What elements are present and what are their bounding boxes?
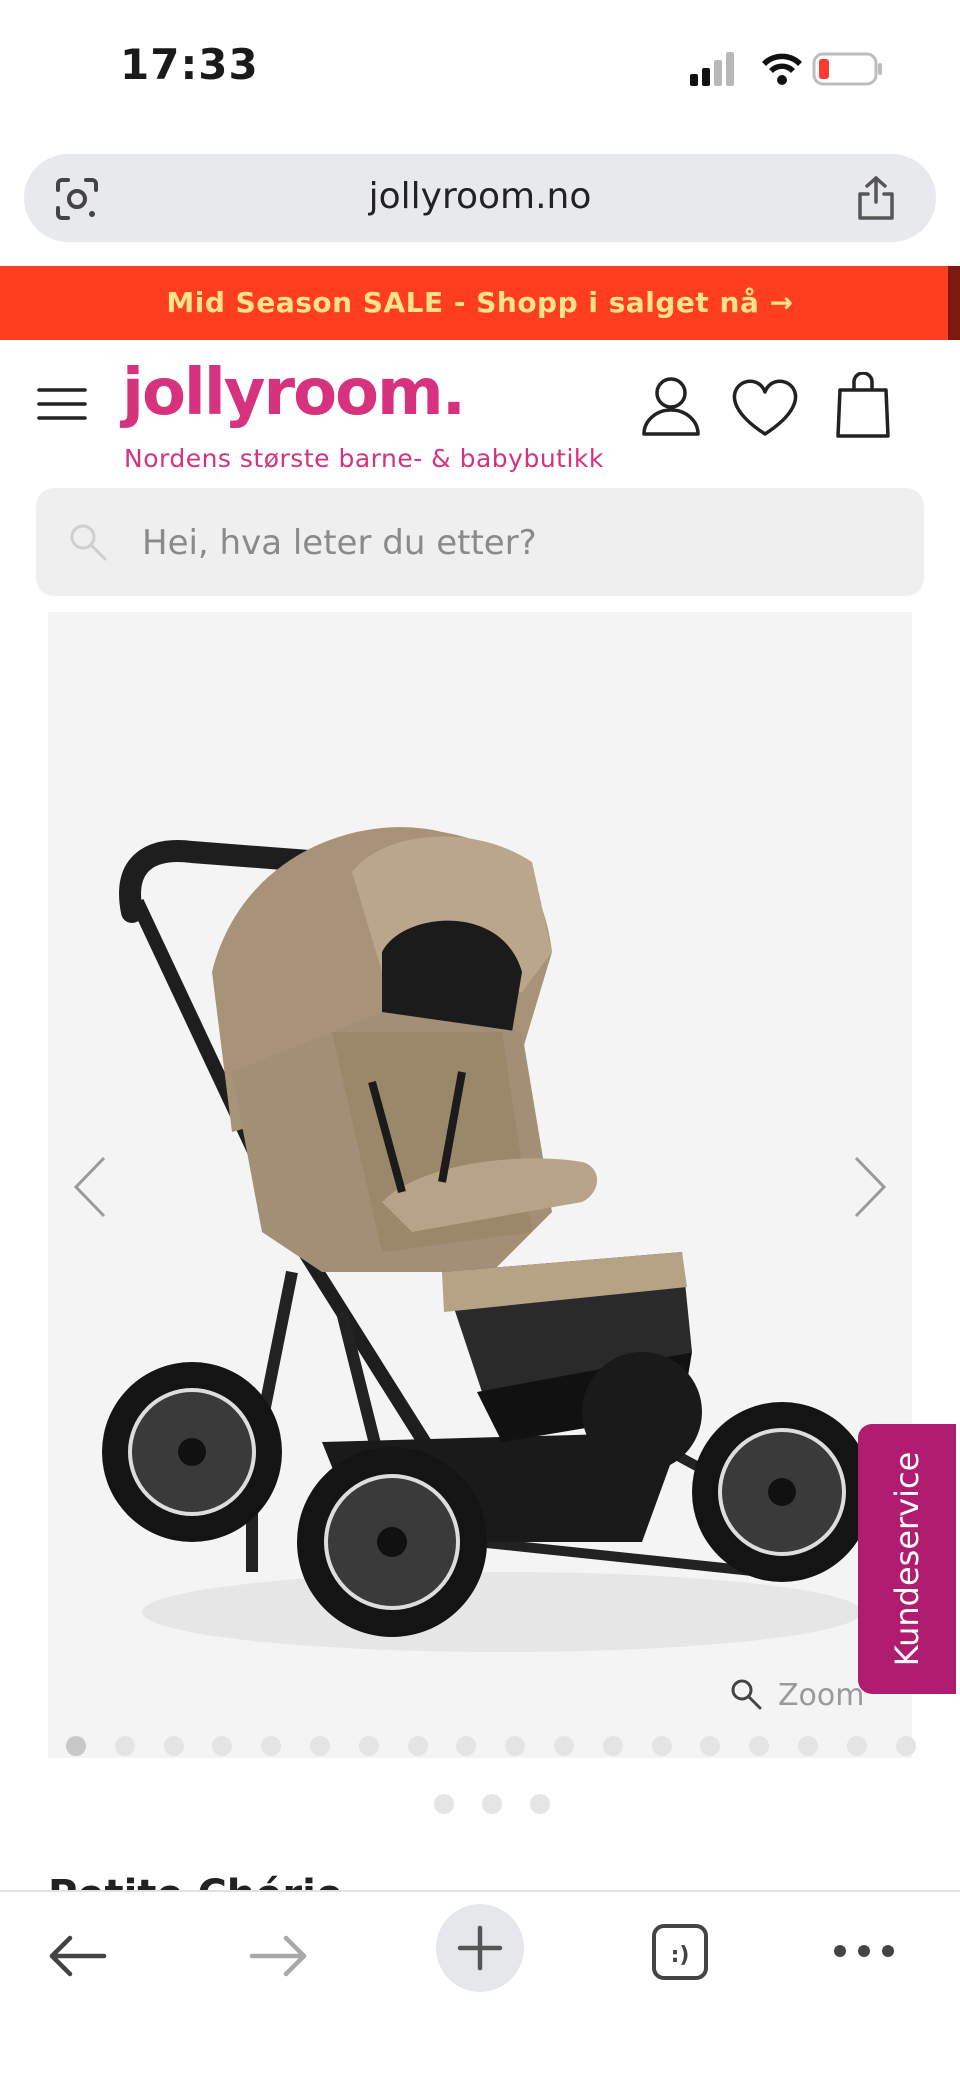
chevron-left-icon[interactable] <box>70 1152 110 1222</box>
new-tab-button[interactable] <box>436 1904 524 1992</box>
gallery-dot[interactable] <box>163 1736 184 1756</box>
jollyroom-logo[interactable]: jollyroom. <box>122 356 466 430</box>
cart-icon[interactable] <box>834 371 892 440</box>
more-icon[interactable] <box>832 1936 896 1966</box>
gallery-dot[interactable] <box>407 1736 428 1756</box>
customer-service-label: Kundeservice <box>888 1451 926 1667</box>
menu-icon[interactable] <box>36 384 88 424</box>
gallery-dot[interactable] <box>554 1736 574 1756</box>
share-icon[interactable] <box>854 174 898 222</box>
status-icons <box>686 48 886 88</box>
chevron-right-icon[interactable] <box>850 1152 890 1222</box>
tabs-icon[interactable]: :) <box>650 1922 710 1982</box>
gallery-dot[interactable] <box>358 1736 379 1756</box>
pager-dot[interactable] <box>482 1794 502 1814</box>
back-arrow-icon[interactable] <box>46 1924 110 1988</box>
gallery-dot[interactable] <box>212 1736 233 1756</box>
wishlist-icon[interactable] <box>730 376 800 438</box>
account-icon[interactable] <box>640 374 702 438</box>
gallery-dot[interactable] <box>895 1736 916 1756</box>
wheel-rear-right <box>582 1352 702 1472</box>
plus-icon <box>457 1925 503 1971</box>
gallery-dot[interactable] <box>700 1736 721 1756</box>
gallery-dot[interactable] <box>114 1736 135 1756</box>
pager-dot[interactable] <box>434 1794 454 1814</box>
gallery-dot[interactable] <box>651 1736 672 1756</box>
address-bar[interactable]: jollyroom.no <box>24 154 936 242</box>
product-gallery[interactable]: Zoom <box>48 612 916 1758</box>
forward-arrow-icon[interactable] <box>246 1924 310 1988</box>
gallery-dot[interactable] <box>846 1736 867 1756</box>
gallery-dot[interactable] <box>798 1736 818 1756</box>
cellular-signal-icon <box>690 52 734 86</box>
gallery-dot[interactable] <box>505 1736 526 1756</box>
promo-text[interactable]: Mid Season SALE - Shopp i salget nå → <box>0 286 960 319</box>
gallery-dot[interactable] <box>602 1736 623 1756</box>
wheel-front-right <box>692 1402 872 1582</box>
search-box[interactable] <box>36 488 924 596</box>
search-icon <box>68 522 108 562</box>
wheel-front-left <box>297 1447 487 1637</box>
pager-dot[interactable] <box>530 1794 550 1814</box>
gallery-dot[interactable] <box>66 1736 86 1756</box>
battery-low-icon <box>812 52 882 86</box>
gallery-dot[interactable] <box>456 1736 477 1756</box>
gallery-dot[interactable] <box>310 1736 330 1756</box>
gallery-dot[interactable] <box>261 1736 282 1756</box>
product-image[interactable] <box>82 712 912 1712</box>
customer-service-tab[interactable]: Kundeservice <box>858 1424 956 1694</box>
promo-edge <box>948 266 960 340</box>
status-time: 17:33 <box>120 40 259 89</box>
gallery-dot[interactable] <box>749 1736 770 1756</box>
wheel-rear-left <box>102 1362 282 1542</box>
tabs-label: :) <box>671 1943 690 1968</box>
zoom-label: Zoom <box>778 1678 865 1713</box>
magnifier-icon <box>728 1676 764 1712</box>
search-input[interactable] <box>140 510 844 576</box>
url-text[interactable]: jollyroom.no <box>24 176 936 217</box>
tagline: Nordens største barne- & babybutikk <box>124 444 604 473</box>
wifi-icon <box>762 53 802 85</box>
browser-toolbar: :) <box>0 1890 960 2083</box>
promo-banner[interactable]: Mid Season SALE - Shopp i salget nå → <box>0 266 960 340</box>
